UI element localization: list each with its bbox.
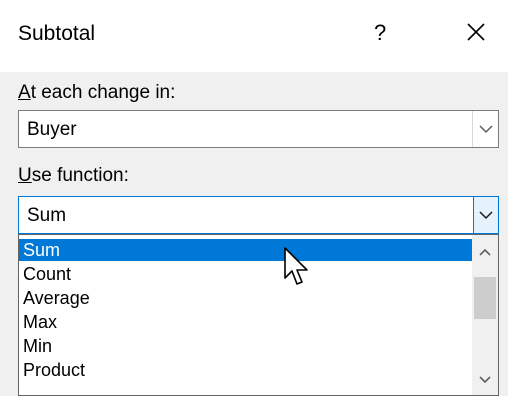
function-dropdown-list: Sum Count Average Max Min Product bbox=[18, 234, 499, 396]
chevron-down-icon[interactable] bbox=[472, 111, 498, 147]
function-option-average[interactable]: Average bbox=[19, 287, 473, 309]
scroll-up-icon[interactable] bbox=[472, 239, 498, 265]
dialog-title: Subtotal bbox=[18, 22, 96, 45]
scroll-down-icon[interactable] bbox=[472, 367, 498, 393]
function-option-max[interactable]: Max bbox=[19, 311, 473, 333]
dropdown-scrollbar[interactable] bbox=[472, 235, 498, 395]
function-option-product[interactable]: Product bbox=[19, 359, 473, 381]
function-option-min[interactable]: Min bbox=[19, 335, 473, 357]
close-icon[interactable] bbox=[462, 18, 490, 46]
chevron-down-icon[interactable] bbox=[473, 196, 499, 234]
function-value: Sum bbox=[27, 205, 67, 226]
change-field-label-text: t each change in: bbox=[30, 82, 176, 103]
function-select[interactable]: Sum bbox=[18, 196, 499, 234]
mouse-pointer-icon bbox=[283, 246, 311, 293]
help-button[interactable]: ? bbox=[374, 20, 386, 46]
dialog-title-bar: Subtotal ? bbox=[0, 0, 508, 72]
scrollbar-thumb[interactable] bbox=[474, 277, 496, 319]
function-option-sum[interactable]: Sum bbox=[19, 239, 473, 261]
function-field-label-text: se function: bbox=[31, 165, 129, 186]
function-field-label: Use function: bbox=[18, 165, 129, 187]
function-option-count[interactable]: Count bbox=[19, 263, 473, 285]
change-field-value: Buyer bbox=[27, 119, 77, 140]
change-field-label: At each change in: bbox=[18, 82, 175, 104]
function-field-accesskey: U bbox=[18, 165, 32, 186]
change-field-select[interactable]: Buyer bbox=[18, 110, 499, 148]
change-field-accesskey: A bbox=[18, 82, 31, 103]
